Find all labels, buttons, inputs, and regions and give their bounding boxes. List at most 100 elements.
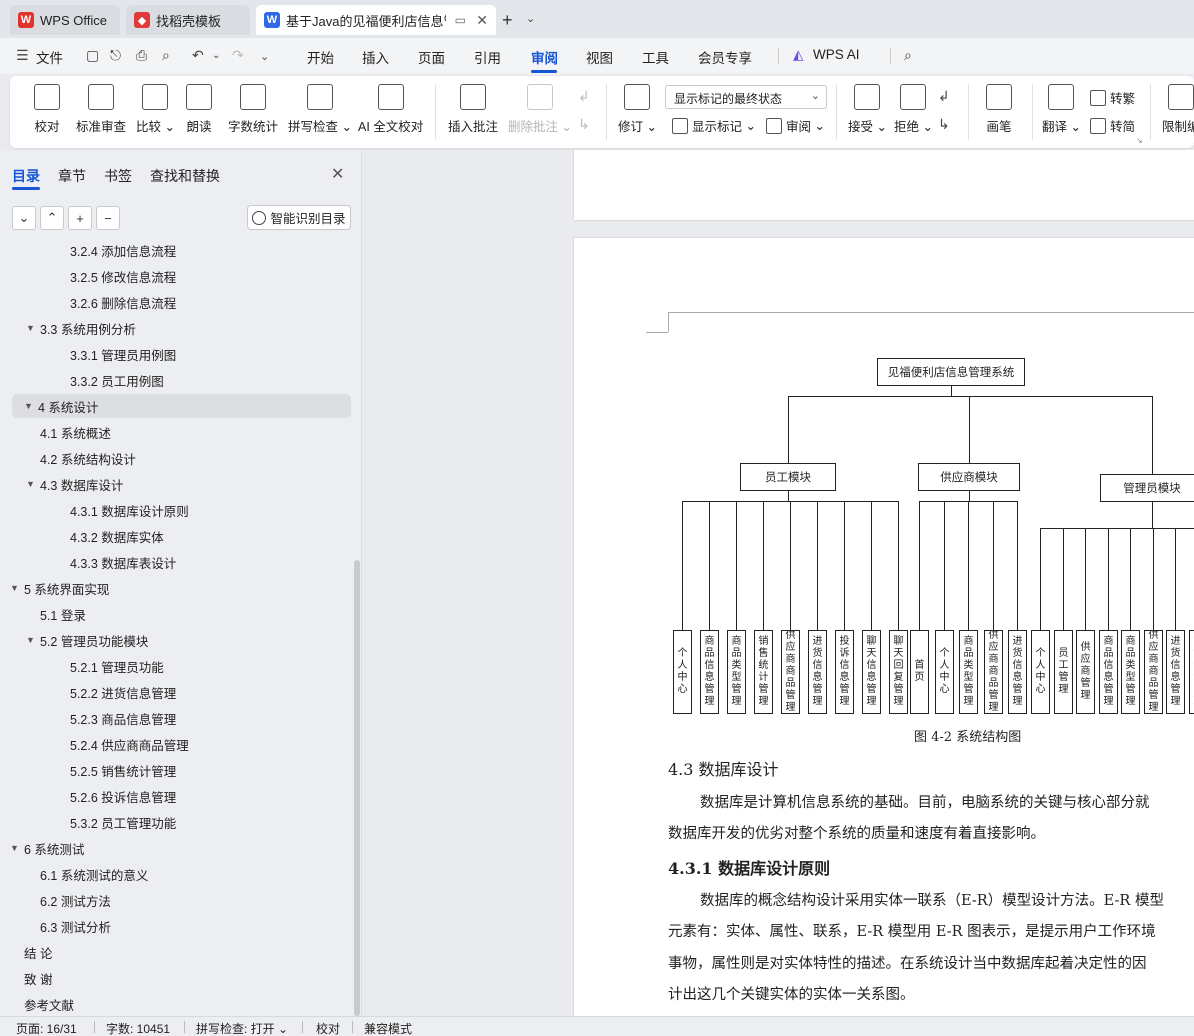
menu-page[interactable]: 页面 xyxy=(418,47,445,67)
toc-item[interactable]: 6.1 系统测试的意义 xyxy=(40,862,148,886)
screen-icon[interactable]: ▭ xyxy=(455,13,466,27)
proofread-status[interactable]: 校对 xyxy=(316,1020,340,1036)
smart-toc-button[interactable]: 智能识别目录 xyxy=(247,205,351,230)
toc-item[interactable]: ▼ 5.2 管理员功能模块 xyxy=(26,628,148,652)
page-indicator[interactable]: 页面: 16/31 xyxy=(16,1020,77,1036)
menu-home[interactable]: 开始 xyxy=(307,47,334,67)
collapse-down-button[interactable]: ⌄ xyxy=(12,206,36,230)
toc-item[interactable]: 5.2.5 销售统计管理 xyxy=(70,758,176,782)
toc-item[interactable]: 5.2.3 商品信息管理 xyxy=(70,706,176,730)
menu-file[interactable]: 文件 xyxy=(36,47,63,67)
ribbon-expand-icon[interactable]: ↘ xyxy=(1136,136,1143,145)
toc-item[interactable]: 3.2.6 删除信息流程 xyxy=(70,290,176,314)
collapse-up-button[interactable]: ⌃ xyxy=(40,206,64,230)
toc-item[interactable]: 参考文献 xyxy=(24,992,74,1016)
toc-item[interactable]: 3.3.2 员工用例图 xyxy=(70,368,164,392)
toc-item[interactable]: 3.3.1 管理员用例图 xyxy=(70,342,176,366)
sidebar-tab-sections[interactable]: 章节 xyxy=(58,166,86,186)
export-icon[interactable]: ⎋ xyxy=(110,47,121,64)
wps-ai-icon[interactable]: ◭ xyxy=(793,47,803,63)
toc-item[interactable]: 5.2.6 投诉信息管理 xyxy=(70,784,176,808)
prev-change-icon[interactable]: ↲ xyxy=(938,88,950,105)
close-tab-icon[interactable]: ✕ xyxy=(476,12,488,29)
remove-heading-button[interactable]: − xyxy=(96,206,120,230)
toc-item[interactable]: 5.3.2 员工管理功能 xyxy=(70,810,176,834)
more-icon[interactable]: ⌄ xyxy=(260,50,269,63)
menu-member[interactable]: 会员专享 xyxy=(698,47,752,67)
accept-button[interactable]: 接受 ⌄ xyxy=(848,76,887,135)
track-changes-button[interactable]: 修订 ⌄ xyxy=(618,76,657,135)
review-pane-button[interactable]: 审阅 ⌄ xyxy=(766,116,825,135)
menu-review[interactable]: 审阅 xyxy=(531,47,558,67)
to-simplified-button[interactable]: 转简 xyxy=(1090,116,1135,135)
pen-button[interactable]: 画笔 xyxy=(986,76,1012,135)
tab-wps-office[interactable]: W WPS Office xyxy=(10,5,120,35)
expand-triangle-icon[interactable]: ▼ xyxy=(26,323,40,333)
restrict-edit-button[interactable]: 限制编 xyxy=(1162,76,1194,135)
toc-item[interactable]: 4.2 系统结构设计 xyxy=(40,446,136,470)
toc-item[interactable]: ▼ 5 系统界面实现 xyxy=(10,576,109,600)
toc-item[interactable]: 3.2.4 添加信息流程 xyxy=(70,240,176,262)
insert-comment-button[interactable]: 插入批注 xyxy=(448,76,498,135)
toc-item[interactable]: 致 谢 xyxy=(24,966,52,990)
next-change-icon[interactable]: ↳ xyxy=(938,116,950,133)
expand-triangle-icon[interactable]: ▼ xyxy=(24,401,38,411)
toc-item[interactable]: 5.2.2 进货信息管理 xyxy=(70,680,176,704)
compare-button[interactable]: 比较 ⌄ xyxy=(136,76,175,135)
toc-item[interactable]: 5.2.4 供应商商品管理 xyxy=(70,732,189,756)
ai-proofread-button[interactable]: AI 全文校对 xyxy=(358,76,423,135)
close-icon[interactable]: ✕ xyxy=(331,164,344,184)
expand-triangle-icon[interactable]: ▼ xyxy=(26,635,40,645)
proofread-button[interactable]: 校对 xyxy=(34,76,60,135)
redo-icon[interactable]: ↷ xyxy=(232,47,244,64)
reject-button[interactable]: 拒绝 ⌄ xyxy=(894,76,933,135)
tab-docer[interactable]: ◆ 找稻壳模板 xyxy=(126,5,250,35)
expand-triangle-icon[interactable]: ▼ xyxy=(10,843,24,853)
search-icon[interactable]: ⌕ xyxy=(904,47,912,64)
delete-comment-button[interactable]: 删除批注 ⌄ xyxy=(508,76,572,135)
menu-tools[interactable]: 工具 xyxy=(642,47,669,67)
toc-item[interactable]: 4.3.1 数据库设计原则 xyxy=(70,498,189,522)
tab-list-chevron-icon[interactable]: ⌄ xyxy=(526,12,535,25)
undo-icon[interactable]: ↶ xyxy=(192,47,204,64)
toc-item[interactable]: 4.3.2 数据库实体 xyxy=(70,524,164,548)
toc-item[interactable]: 6.3 测试分析 xyxy=(40,914,111,938)
read-aloud-button[interactable]: 朗读 xyxy=(186,76,212,135)
menu-insert[interactable]: 插入 xyxy=(362,47,389,67)
toc-item[interactable]: 6.2 测试方法 xyxy=(40,888,111,912)
sidebar-tab-toc[interactable]: 目录 xyxy=(12,166,40,186)
to-traditional-button[interactable]: 转繁 xyxy=(1090,88,1135,107)
hamburger-icon[interactable]: ☰ xyxy=(16,47,29,64)
word-count-button[interactable]: 字数统计 xyxy=(228,76,278,135)
prev-comment-icon[interactable]: ↲ xyxy=(578,88,590,105)
spell-check-button[interactable]: 拼写检查 ⌄ xyxy=(288,76,352,135)
menu-wps-ai[interactable]: WPS AI xyxy=(813,47,860,62)
toc-item[interactable]: ▼ 3.3 系统用例分析 xyxy=(26,316,136,340)
spell-check-status[interactable]: 拼写检查: 打开 ⌄ xyxy=(196,1020,288,1036)
add-heading-button[interactable]: + xyxy=(68,206,92,230)
toc-item[interactable]: 4.1 系统概述 xyxy=(40,420,111,444)
toc-item[interactable]: 5.2.1 管理员功能 xyxy=(70,654,164,678)
translate-button[interactable]: 翻译 ⌄ xyxy=(1042,76,1081,135)
sidebar-scrollbar[interactable] xyxy=(354,560,360,1016)
toc-item[interactable]: ▼ 6 系统测试 xyxy=(10,836,84,860)
undo-dropdown-icon[interactable]: ⌄ xyxy=(212,50,220,61)
word-count-indicator[interactable]: 字数: 10451 xyxy=(106,1020,170,1036)
print-icon[interactable]: ⎙ xyxy=(136,47,147,64)
toc-item[interactable]: 结 论 xyxy=(24,940,52,964)
toc-item[interactable]: 4.3.3 数据库表设计 xyxy=(70,550,176,574)
markup-mode-select[interactable]: 显示标记的最终状态 ⌄ xyxy=(665,85,827,109)
tab-document[interactable]: W 基于Java的见福便利店信息管 ▭ ✕ xyxy=(256,5,496,35)
expand-triangle-icon[interactable]: ▼ xyxy=(10,583,24,593)
toc-item[interactable]: 3.2.5 修改信息流程 xyxy=(70,264,176,288)
menu-references[interactable]: 引用 xyxy=(474,47,501,67)
menu-view[interactable]: 视图 xyxy=(586,47,613,67)
expand-triangle-icon[interactable]: ▼ xyxy=(26,479,40,489)
save-icon[interactable]: ▢ xyxy=(86,47,99,64)
toc-item[interactable]: 5.1 登录 xyxy=(40,602,86,626)
print-preview-icon[interactable]: ⌕ xyxy=(162,47,170,64)
next-comment-icon[interactable]: ↳ xyxy=(578,116,590,133)
standard-review-button[interactable]: 标准审查 xyxy=(76,76,126,135)
toc-item[interactable]: ▼ 4.3 数据库设计 xyxy=(26,472,123,496)
show-markup-button[interactable]: 显示标记 ⌄ xyxy=(672,116,756,135)
